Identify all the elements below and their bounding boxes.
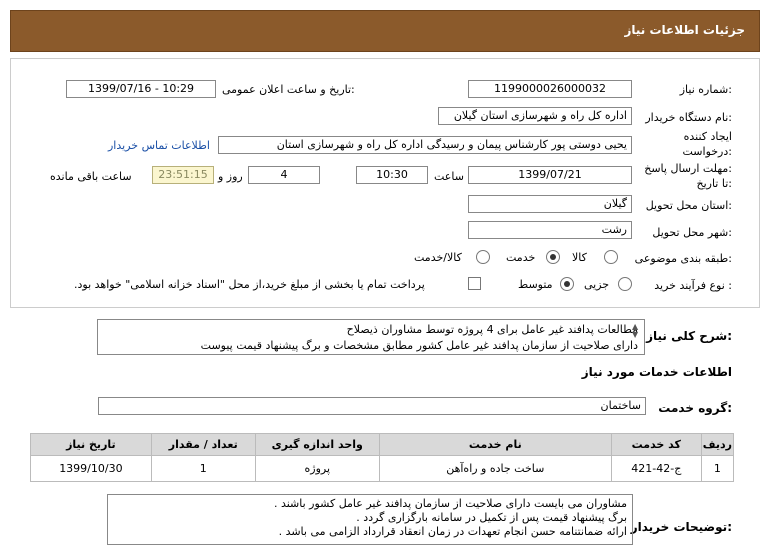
description-label: شرح کلی نیاز: [646, 329, 732, 343]
description-field: مطالعات پدافند غیر عامل برای 4 پروژه توس… [97, 319, 645, 355]
col-unit: واحد اندازه گیری [254, 433, 380, 456]
row-name: ساخت جاده و راه‌آهن [378, 455, 612, 482]
category-service-label: خدمت [506, 251, 536, 264]
table-row: 1 ج-42-421 ساخت جاده و راه‌آهن پروژه 1 1… [30, 455, 735, 482]
row-code: ج-42-421 [610, 455, 702, 482]
category-goods-radio[interactable] [604, 250, 618, 264]
buyer-notes-label: توضیحات خریدار: [630, 520, 732, 534]
process-minor-radio[interactable] [618, 277, 632, 291]
need-number-field: 1199000026000032 [468, 80, 632, 98]
scroll-arrows-icon[interactable]: ▲ ▼ [632, 323, 638, 339]
buyer-notes-line-1: مشاوران می بایست دارای صلاحیت از سازمان … [273, 497, 627, 510]
remaining-days-field: 4 [248, 166, 320, 184]
category-service-radio[interactable] [546, 250, 560, 264]
process-minor-label: جزیی [584, 278, 610, 291]
process-type-label: نوع فرآیند خرید : [654, 279, 732, 292]
row-date: 1399/10/30 [30, 455, 152, 482]
buyer-notes-line-2: برگ پیشنهاد قیمت پس از تکمیل در سامانه ب… [356, 511, 627, 524]
col-name: نام خدمت [378, 433, 612, 456]
deadline-date-field: 1399/07/21 [468, 166, 632, 184]
buyer-org-label: نام دستگاه خریدار: [645, 111, 732, 124]
creator-field: یحیی دوستی پور کارشناس پیمان و رسیدگی اد… [218, 136, 632, 154]
col-index: ردیف [700, 433, 735, 456]
category-goods-service-radio[interactable] [476, 250, 490, 264]
deadline-time-field: 10:30 [356, 166, 428, 184]
remaining-time-field: 23:51:15 [152, 166, 214, 184]
description-line-1: مطالعات پدافند غیر عامل برای 4 پروژه توس… [346, 323, 638, 336]
announce-date-label: تاریخ و ساعت اعلان عمومی: [222, 83, 355, 96]
table-header-row: ردیف کد خدمت نام خدمت واحد اندازه گیری ت… [30, 433, 735, 456]
page-header: جزئیات اطلاعات نیاز [10, 10, 760, 52]
category-goods-service-label: کالا/خدمت [414, 251, 462, 264]
deadline-label-2: تا تاریخ: [696, 177, 732, 190]
buyer-notes-field: مشاوران می بایست دارای صلاحیت از سازمان … [107, 494, 633, 545]
col-qty: تعداد / مقدار [150, 433, 256, 456]
need-number-label: شماره نیاز: [679, 83, 732, 96]
delivery-province-label: استان محل تحویل: [645, 199, 732, 212]
service-group-field: ساختمان [98, 397, 646, 415]
row-unit: پروژه [254, 455, 380, 482]
delivery-city-label: شهر محل تحویل: [652, 226, 732, 239]
buyer-notes-line-3: ارائه ضمانتنامه حسن انجام تعهدات در زمان… [278, 525, 627, 538]
remaining-time-label: ساعت باقی مانده [50, 170, 132, 183]
category-label: طبقه بندی موضوعی: [634, 252, 732, 265]
treasury-payment-checkbox[interactable] [468, 277, 481, 290]
creator-label-2: درخواست: [682, 145, 733, 158]
buyer-org-field: اداره کل راه و شهرسازی استان گیلان [438, 107, 632, 125]
process-medium-radio[interactable] [560, 277, 574, 291]
category-goods-label: کالا [572, 251, 587, 264]
row-qty: 1 [150, 455, 256, 482]
treasury-payment-note: پرداخت تمام یا بخشی از مبلغ خرید،از محل … [74, 278, 425, 291]
services-table: ردیف کد خدمت نام خدمت واحد اندازه گیری ت… [30, 433, 735, 482]
service-group-label: گروه خدمت: [658, 401, 732, 415]
deadline-label: مهلت ارسال پاسخ: [644, 162, 732, 175]
process-medium-label: متوسط [518, 278, 553, 291]
days-label: روز و [218, 170, 243, 183]
buyer-contact-link[interactable]: اطلاعات تماس خریدار [108, 139, 210, 152]
announce-date-field: 1399/07/16 - 10:29 [66, 80, 216, 98]
creator-label: ایجاد کننده [683, 130, 732, 143]
col-date: تاریخ نیاز [30, 433, 152, 456]
description-line-2: دارای صلاحیت از سازمان پدافند غیر عامل ک… [200, 339, 638, 352]
row-index: 1 [700, 455, 735, 482]
col-code: کد خدمت [610, 433, 702, 456]
delivery-city-field: رشت [468, 221, 632, 239]
services-section-title: اطلاعات خدمات مورد نیاز [581, 365, 732, 379]
deadline-time-label: ساعت [434, 170, 464, 183]
page-title: جزئیات اطلاعات نیاز [624, 23, 745, 37]
delivery-province-field: گیلان [468, 195, 632, 213]
